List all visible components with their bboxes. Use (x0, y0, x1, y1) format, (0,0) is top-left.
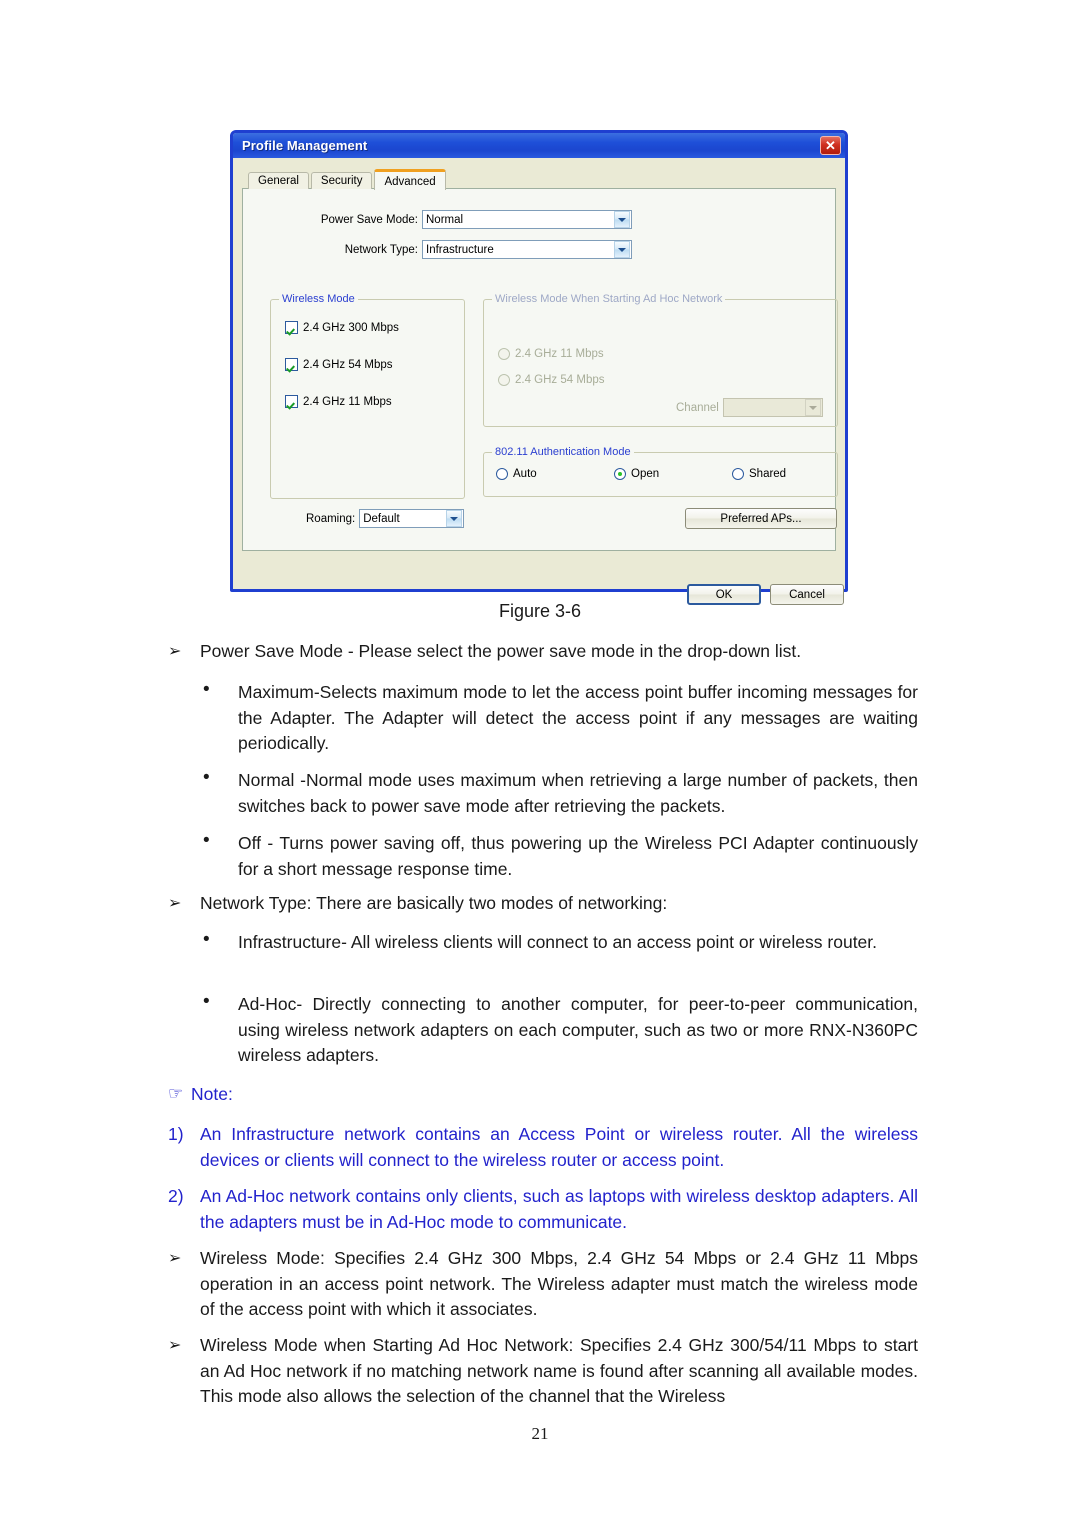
figure-caption: Figure 3-6 (498, 601, 582, 621)
note-item-number: 2) (168, 1186, 184, 1206)
paragraph-infrastructure: Infrastructure- All wireless clients wil… (238, 932, 878, 952)
checkbox-icon[interactable] (285, 358, 298, 371)
network-type-label: Network Type: (344, 243, 418, 256)
wireless-mode-option-300-label: 2.4 GHz 300 Mbps (303, 321, 399, 334)
tab-general[interactable]: General (248, 172, 309, 189)
radio-icon (498, 374, 510, 386)
list-marker-arrow: ➢ (168, 895, 182, 912)
checkbox-icon[interactable] (285, 321, 298, 334)
wireless-mode-option-300[interactable]: 2.4 GHz 300 Mbps (285, 321, 399, 334)
adhoc-wireless-mode-legend: Wireless Mode When Starting Ad Hoc Netwo… (492, 293, 726, 305)
power-save-mode-label: Power Save Mode: (320, 213, 418, 226)
list-marker-arrow: ➢ (168, 643, 182, 660)
list-marker-bullet: • (203, 679, 210, 700)
note-title: Note: (191, 1084, 233, 1104)
adhoc-option-54-label: 2.4 GHz 54 Mbps (515, 374, 605, 386)
note-item-number: 1) (168, 1124, 184, 1144)
wireless-mode-option-54[interactable]: 2.4 GHz 54 Mbps (285, 358, 392, 371)
authentication-mode-group: 802.11 Authentication Mode Auto Open Sha… (483, 446, 838, 497)
checkbox-icon[interactable] (285, 395, 298, 408)
auth-option-shared-label: Shared (749, 468, 787, 480)
auth-option-auto[interactable]: Auto (496, 468, 537, 480)
dialog-titlebar: Profile Management ✕ (233, 133, 845, 158)
radio-icon[interactable] (732, 468, 744, 480)
chevron-down-icon (614, 211, 630, 228)
chevron-down-icon (446, 510, 463, 527)
power-save-mode-select[interactable]: Normal (422, 210, 632, 229)
auth-option-open[interactable]: Open (614, 468, 659, 480)
network-type-select[interactable]: Infrastructure (422, 240, 632, 259)
channel-select (722, 398, 823, 417)
list-marker-bullet: • (203, 830, 210, 851)
paragraph-normal: Normal -Normal mode uses maximum when re… (238, 770, 918, 816)
list-marker-bullet: • (203, 991, 210, 1012)
adhoc-option-11: 2.4 GHz 11 Mbps (498, 348, 604, 360)
dialog-body: General Security Advanced Power Save Mod… (233, 158, 845, 605)
paragraph-wireless-mode: Wireless Mode: Specifies 2.4 GHz 300 Mbp… (200, 1248, 918, 1319)
adhoc-wireless-mode-group: Wireless Mode When Starting Ad Hoc Netwo… (483, 293, 838, 427)
pointing-hand-icon: ☞ (168, 1084, 184, 1103)
tab-advanced[interactable]: Advanced (374, 169, 446, 190)
paragraph-ad-hoc: Ad-Hoc- Directly connecting to another c… (238, 994, 918, 1065)
power-save-mode-value: Normal (426, 213, 464, 226)
dialog-title: Profile Management (242, 138, 368, 153)
authentication-mode-legend: 802.11 Authentication Mode (492, 446, 634, 458)
network-type-row: Network Type: Infrastructure (308, 240, 632, 259)
chevron-down-icon (804, 399, 821, 416)
roaming-row: Roaming: Default (306, 509, 465, 528)
auth-option-shared[interactable]: Shared (732, 468, 786, 480)
network-type-value: Infrastructure (426, 243, 494, 256)
wireless-mode-group: Wireless Mode 2.4 GHz 300 Mbps 2.4 GHz 5… (270, 293, 465, 499)
wireless-mode-option-11-label: 2.4 GHz 11 Mbps (303, 395, 392, 408)
tab-strip: General Security Advanced (242, 168, 836, 190)
adhoc-option-54: 2.4 GHz 54 Mbps (498, 374, 604, 386)
roaming-label: Roaming: (306, 512, 356, 525)
list-marker-bullet: • (203, 767, 210, 788)
wireless-mode-option-11[interactable]: 2.4 GHz 11 Mbps (285, 395, 392, 408)
paragraph-off: Off - Turns power saving off, thus power… (238, 833, 918, 879)
roaming-select[interactable]: Default (359, 509, 465, 528)
paragraph-power-save-mode: Power Save Mode - Please select the powe… (200, 641, 802, 661)
chevron-down-icon (614, 241, 630, 258)
note-item-2: An Ad-Hoc network contains only clients,… (200, 1186, 918, 1232)
page-number: 21 (531, 1424, 549, 1443)
tab-security[interactable]: Security (310, 172, 373, 189)
radio-icon (498, 348, 510, 360)
auth-option-auto-label: Auto (513, 468, 537, 480)
note-item-1: An Infrastructure network contains an Ac… (200, 1124, 918, 1170)
channel-label: Channel (676, 401, 719, 414)
auth-option-open-label: Open (631, 468, 660, 480)
paragraph-wireless-mode-adhoc: Wireless Mode when Starting Ad Hoc Netwo… (200, 1335, 918, 1406)
list-marker-arrow: ➢ (168, 1250, 182, 1267)
list-marker-bullet: • (203, 929, 210, 950)
radio-icon[interactable] (614, 468, 626, 480)
close-icon[interactable]: ✕ (820, 136, 841, 155)
list-marker-arrow: ➢ (168, 1337, 182, 1354)
profile-management-dialog: Profile Management ✕ General Security Ad… (230, 130, 848, 605)
radio-icon[interactable] (496, 468, 508, 480)
advanced-tab-page: Power Save Mode: Normal Network Type: In… (242, 188, 838, 551)
wireless-mode-legend: Wireless Mode (279, 293, 358, 305)
channel-row: Channel (676, 398, 823, 417)
roaming-value: Default (363, 512, 400, 525)
paragraph-maximum: Maximum-Selects maximum mode to let the … (238, 682, 918, 753)
power-save-mode-row: Power Save Mode: Normal (308, 210, 632, 229)
adhoc-option-11-label: 2.4 GHz 11 Mbps (515, 348, 604, 360)
preferred-aps-button[interactable]: Preferred APs... (685, 508, 837, 529)
paragraph-network-type: Network Type: There are basically two mo… (200, 893, 668, 913)
wireless-mode-option-54-label: 2.4 GHz 54 Mbps (303, 358, 393, 371)
